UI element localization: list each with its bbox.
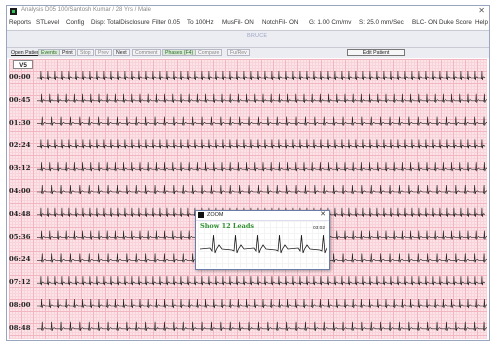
strip-time-label: 01:30 [9, 118, 31, 127]
ecg-strips [37, 70, 487, 331]
ecg-strip-trace [37, 298, 487, 309]
menu-to-hz[interactable]: To 100Hz [187, 19, 214, 26]
strip-time-label: 06:24 [9, 255, 31, 264]
menu-filter[interactable]: Filter 0.05 [152, 19, 180, 26]
strip-time-label: 00:45 [9, 95, 31, 104]
menu-display[interactable]: Disp: TotalDisclosure [91, 19, 150, 26]
comment-button[interactable]: Comment [132, 49, 161, 56]
ecg-strip-trace [37, 70, 486, 81]
menu-help[interactable]: Help [475, 19, 488, 26]
events-button[interactable]: Events [38, 49, 60, 56]
strip-time-label: 07:12 [9, 278, 31, 287]
app-icon [10, 8, 17, 15]
zoom-title-bar: ZOOM ✕ [196, 211, 329, 221]
strip-time-label: 04:48 [9, 209, 31, 218]
zoom-title: ZOOM [207, 212, 224, 218]
close-icon[interactable]: ✕ [478, 6, 485, 16]
menu-reports[interactable]: Reports [9, 19, 31, 26]
zoom-app-icon [198, 212, 204, 218]
protocol-label: BRUCE [247, 33, 268, 39]
patient-bar: BRUCE [7, 30, 489, 48]
strip-time-label: 08:48 [9, 323, 31, 332]
menu-blc[interactable]: BLC- ON [412, 19, 438, 26]
next-button[interactable]: Next [113, 49, 130, 56]
menu-stlevel[interactable]: STLevel [36, 19, 59, 26]
ecg-strip-trace [37, 276, 486, 286]
toolbar: Open Patient Events Print Stop Prev Next… [7, 48, 489, 58]
ecg-strip-trace [37, 139, 486, 149]
zoom-ecg-trace [199, 234, 327, 254]
strip-time-label: 04:00 [9, 187, 31, 195]
strip-time-label: 00:00 [9, 73, 31, 81]
print-button[interactable]: Print [59, 49, 76, 56]
strip-time-label: 08:00 [9, 301, 31, 309]
menu-bar: Reports STLevel Config Disp: TotalDisclo… [7, 18, 489, 29]
menu-config[interactable]: Config [66, 19, 84, 26]
ecg-strip-trace [37, 162, 487, 172]
compare-button[interactable]: Compare [195, 49, 223, 56]
menu-gain[interactable]: G: 1.00 Cm/mv [309, 19, 351, 26]
stop-button[interactable]: Stop [77, 49, 94, 56]
zoom-window[interactable]: ZOOM ✕ Show 12 Leads 03:02 [195, 210, 330, 270]
strip-time-label: 03:12 [9, 164, 31, 173]
ecg-strip-trace [37, 321, 487, 331]
menu-notchfil[interactable]: NotchFil- ON [262, 19, 298, 26]
strip-time-label: 02:24 [9, 141, 31, 150]
zoom-ecg-view: Show 12 Leads 03:02 [198, 221, 327, 268]
strip-time-label: 05:36 [9, 232, 31, 241]
menu-speed[interactable]: S: 25.0 mm/Sec [359, 19, 404, 26]
menu-duke-score[interactable]: Duke Score [439, 19, 472, 26]
window-title: Analysis D05 100/Santosh Kumar / 28 Yrs … [21, 7, 151, 13]
ecg-strip-trace [37, 116, 487, 126]
menu-musfil[interactable]: MusFil- ON [222, 19, 254, 26]
phases-button[interactable]: Phases (F4) [162, 49, 197, 56]
title-bar: Analysis D05 100/Santosh Kumar / 28 Yrs … [7, 6, 489, 17]
analysis-window: Analysis D05 100/Santosh Kumar / 28 Yrs … [6, 5, 490, 341]
ecg-full-disclosure[interactable]: V5 00:00 00:45 01:30 02:24 03:12 04:00 04:48 05… [9, 59, 487, 339]
ecg-strip-trace [37, 93, 487, 103]
prev-button[interactable]: Prev [95, 49, 112, 56]
edit-patient-button[interactable]: Edit Patient [347, 49, 405, 56]
fu-rev-button[interactable]: Fu/Rev [227, 49, 250, 56]
zoom-trace [199, 234, 327, 254]
ecg-strip-trace [37, 184, 487, 195]
zoom-close-icon[interactable]: ✕ [320, 211, 326, 219]
